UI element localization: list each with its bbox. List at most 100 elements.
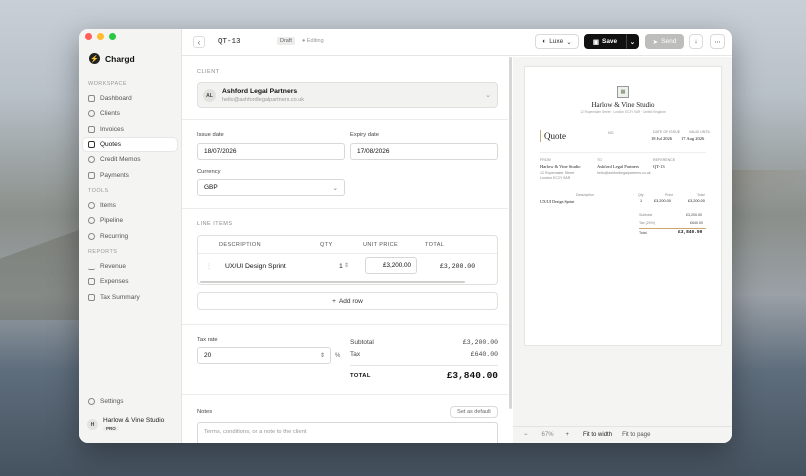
tax-row: Tax £640.00 <box>350 351 498 358</box>
sidebar-item-expenses[interactable]: Expenses <box>83 275 177 288</box>
item-qty[interactable]: 1 <box>339 263 343 270</box>
sidebar-item-tax-summary[interactable]: Tax Summary <box>83 291 177 304</box>
save-button[interactable]: ▣ Save <box>584 34 626 49</box>
paper-plane-icon: ➤ <box>652 38 659 46</box>
toolbar: ‹ QT-13 Draft ● Editing ◐ Luxe ⌄ ▣ Save ⌄ ➤… <box>182 29 732 56</box>
issue-date-input[interactable]: 18/07/2026 <box>197 143 345 160</box>
preview-tax-label: Tax (20%) <box>639 221 656 225</box>
accent-bar <box>540 130 541 142</box>
theme-select[interactable]: ◐ Luxe ⌄ <box>535 34 579 49</box>
notes-input[interactable]: Terms, conditions, or a note to the clie… <box>197 422 498 443</box>
tax-rate-input[interactable]: 20 ⇕ <box>197 347 331 364</box>
preview-to-label: TO <box>597 158 602 162</box>
trend-up-icon <box>88 263 95 270</box>
download-icon: ↓ <box>694 38 698 45</box>
add-row-button[interactable]: + Add row <box>197 292 498 310</box>
preview-from-name: Harlow & Vine Studio <box>540 164 581 169</box>
form-scrollbar[interactable] <box>509 57 512 409</box>
sidebar-item-settings[interactable]: Settings <box>83 395 177 408</box>
preview-no-label: NO. <box>608 131 615 135</box>
col-description: DESCRIPTION <box>219 242 261 248</box>
expiry-date-input[interactable]: 17/08/2026 <box>350 143 498 160</box>
window-controls <box>85 33 116 40</box>
col-qty: QTY <box>320 242 333 248</box>
save-options-button[interactable]: ⌄ <box>626 34 639 49</box>
preview-studio-address: 12 Ropemaker Street · London EC2Y 9AR · … <box>580 110 666 114</box>
sidebar-item-dashboard[interactable]: Dashboard <box>83 92 177 105</box>
divider <box>182 119 508 120</box>
client-select[interactable]: AL Ashford Legal Partners hello@ashfordl… <box>197 82 498 108</box>
studio-logo-icon: ▦ <box>617 86 629 98</box>
total-row: TOTAL £3,840.00 <box>350 370 498 381</box>
bolt-logo-icon: ⚡ <box>89 53 100 64</box>
chevron-down-icon: ⌄ <box>629 38 636 46</box>
line-items-label: LINE ITEMS <box>197 221 233 227</box>
zoom-level: 67% <box>541 432 554 438</box>
preview-col-desc: Description <box>576 193 594 197</box>
sidebar-item-invoices[interactable]: Invoices <box>83 123 177 136</box>
card-icon <box>88 172 95 179</box>
sidebar-item-revenue[interactable]: Revenue <box>83 260 177 273</box>
grid-icon <box>88 95 95 102</box>
preview-line-total: £3,200.00 <box>688 199 705 203</box>
item-unit-price[interactable]: £3,200.00 <box>365 257 417 274</box>
preview-to-mail: hello@ashfordlegalpartners.co.uk <box>597 171 651 175</box>
sidebar-item-clients[interactable]: Clients <box>83 107 177 120</box>
set-default-button[interactable]: Set as default <box>450 406 498 418</box>
sidebar-item-quotes[interactable]: Quotes <box>83 138 177 151</box>
fit-page-button[interactable]: Fit to page <box>622 432 650 438</box>
box-icon <box>88 202 95 209</box>
minimize-window-button[interactable] <box>97 33 104 40</box>
client-name: Ashford Legal Partners <box>222 88 298 95</box>
download-button[interactable]: ↓ <box>689 34 703 49</box>
divider <box>182 324 508 325</box>
preview-subtotal-label: Subtotal <box>639 213 653 217</box>
currency-select[interactable]: GBP ⌄ <box>197 179 345 196</box>
zoom-window-button[interactable] <box>109 33 116 40</box>
fit-width-button[interactable]: Fit to width <box>583 432 612 438</box>
chevron-left-icon: ‹ <box>197 37 201 47</box>
stepper-icon[interactable]: ⇕ <box>344 262 349 269</box>
sidebar-item-payments[interactable]: Payments <box>83 169 177 182</box>
sidebar-item-items[interactable]: Items <box>83 199 177 212</box>
zoom-in-button[interactable]: + <box>566 432 570 438</box>
sidebar-item-credit-memos[interactable]: Credit Memos <box>83 153 177 166</box>
sidebar-item-recurring[interactable]: Recurring <box>83 230 177 243</box>
divider <box>182 208 508 209</box>
preview-ref: QT-13 <box>653 164 665 169</box>
notes-label: Notes <box>197 409 213 415</box>
preview-from-addr2: London EC2Y 9AR <box>540 176 571 180</box>
receipt-icon <box>88 278 95 285</box>
send-button[interactable]: ➤ Send <box>645 34 684 49</box>
chevron-down-icon: ⌄ <box>566 38 572 46</box>
preview-subtotal: £3,200.00 <box>686 213 702 217</box>
preview-total: £3,840.00 <box>678 230 703 235</box>
floppy-icon: ▣ <box>592 38 599 46</box>
more-button[interactable]: ⋯ <box>710 34 725 49</box>
users-icon <box>88 110 95 117</box>
close-window-button[interactable] <box>85 33 92 40</box>
gear-icon <box>88 398 95 405</box>
horizontal-scrollbar[interactable] <box>200 281 465 283</box>
user-name: Harlow & Vine Studio <box>103 417 165 424</box>
sidebar-item-pipeline[interactable]: Pipeline <box>83 214 177 227</box>
app-name: Chargd <box>105 53 135 64</box>
client-label: CLIENT <box>197 69 220 75</box>
back-button[interactable]: ‹ <box>193 36 205 48</box>
preview-from-addr1: 12 Ropemaker Street <box>540 171 575 175</box>
report-icon <box>88 294 95 301</box>
document-id: QT-13 <box>218 38 241 46</box>
avatar: H <box>87 419 98 430</box>
quote-doc-icon <box>88 141 95 148</box>
zoom-out-button[interactable]: − <box>524 432 528 438</box>
percent-symbol: % <box>335 353 341 359</box>
preview-line-price: £3,200.00 <box>654 199 671 203</box>
user-profile[interactable]: H Harlow & Vine Studio PRO <box>87 417 164 432</box>
app-brand: ⚡ Chargd <box>89 53 135 64</box>
item-description[interactable]: UX/UI Design Sprint <box>225 263 286 270</box>
drag-handle-icon[interactable]: ⋮ <box>206 263 212 270</box>
editing-indicator: ● Editing <box>302 38 324 44</box>
divider <box>198 253 497 254</box>
divider <box>540 152 706 153</box>
stepper-icon[interactable]: ⇕ <box>320 352 325 359</box>
